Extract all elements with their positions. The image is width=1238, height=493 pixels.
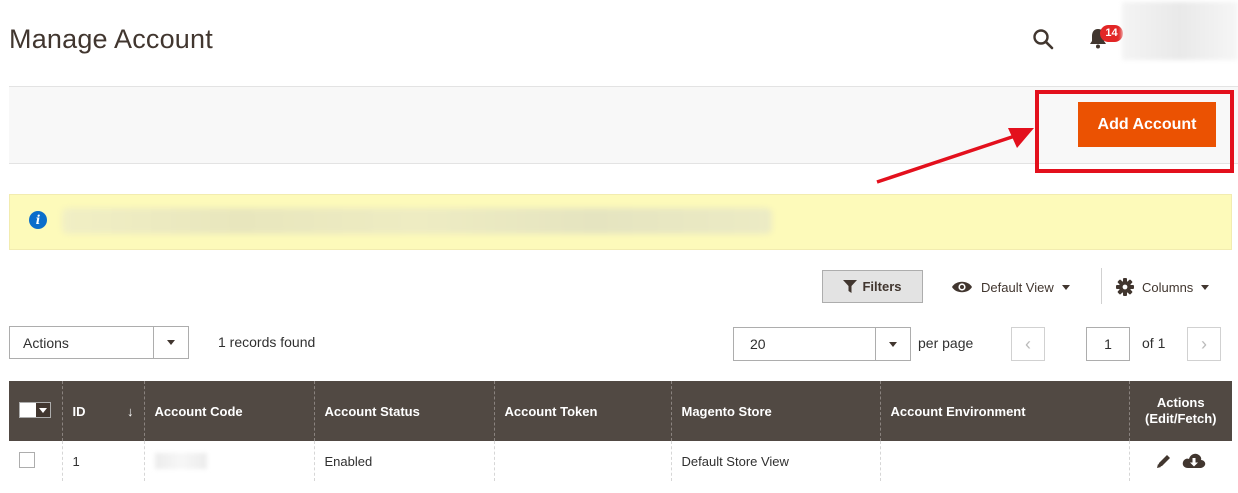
per-page-label: per page xyxy=(918,335,974,351)
accounts-grid: ID ↓ Account Code Account Status Account… xyxy=(9,381,1232,481)
divider xyxy=(1101,268,1102,304)
account-code-redacted xyxy=(154,453,207,470)
actions-label: Actions xyxy=(23,334,69,351)
table-row: 1 Enabled Default Store View xyxy=(9,441,1232,481)
cell-account-token xyxy=(493,441,671,481)
row-checkbox[interactable] xyxy=(19,451,35,468)
gear-icon xyxy=(1116,278,1134,296)
edit-icon[interactable] xyxy=(1156,453,1172,469)
cell-magento-store: Default Store View xyxy=(670,441,880,481)
column-header-account-status[interactable]: Account Status xyxy=(313,381,494,441)
mass-actions-dropdown[interactable]: Actions xyxy=(9,326,189,359)
cell-account-environment xyxy=(879,441,1129,481)
annotation-arrow xyxy=(876,128,1034,184)
columns-label: Columns xyxy=(1142,279,1194,295)
filters-label: Filters xyxy=(862,279,902,294)
search-icon[interactable] xyxy=(1032,28,1054,50)
next-page-button[interactable]: › xyxy=(1187,327,1221,361)
page-title: Manage Account xyxy=(9,24,213,54)
filter-icon xyxy=(843,280,858,293)
chevron-down-icon xyxy=(1201,284,1210,290)
notification-badge[interactable]: 14 xyxy=(1100,25,1123,42)
column-header-id[interactable]: ID ↓ xyxy=(61,381,144,441)
mass-select-header[interactable] xyxy=(9,381,62,441)
column-header-account-token[interactable]: Account Token xyxy=(493,381,671,441)
view-switcher[interactable]: Default View xyxy=(951,276,1070,298)
page-number-input[interactable]: 1 xyxy=(1086,327,1130,361)
filters-button[interactable]: Filters xyxy=(822,270,923,303)
per-page-select[interactable]: 20 xyxy=(733,327,911,361)
columns-control[interactable]: Columns xyxy=(1116,276,1210,298)
mass-select-dropdown[interactable] xyxy=(19,402,51,418)
cloud-download-icon[interactable] xyxy=(1182,452,1206,470)
chevron-down-icon[interactable] xyxy=(153,327,188,358)
column-header-account-code[interactable]: Account Code xyxy=(143,381,314,441)
cell-account-status: Enabled xyxy=(313,441,494,481)
cell-actions xyxy=(1128,441,1232,481)
previous-page-button[interactable]: ‹ xyxy=(1011,327,1045,361)
chevron-down-icon xyxy=(1061,284,1070,290)
user-account-menu[interactable] xyxy=(1122,2,1238,60)
sort-arrow-icon: ↓ xyxy=(127,403,134,419)
message-text-redacted xyxy=(62,208,772,234)
row-checkbox-cell xyxy=(9,441,62,481)
view-label: Default View xyxy=(981,279,1054,295)
cell-id: 1 xyxy=(61,441,144,481)
records-count: 1 records found xyxy=(218,334,316,350)
page-total: of 1 xyxy=(1142,335,1166,351)
eye-icon xyxy=(952,281,972,293)
per-page-value: 20 xyxy=(750,336,766,352)
chevron-down-icon[interactable] xyxy=(875,328,910,360)
column-header-actions: Actions (Edit/Fetch) xyxy=(1128,381,1232,441)
annotation-highlight-box xyxy=(1035,90,1234,173)
cell-account-code xyxy=(143,441,314,481)
info-icon: i xyxy=(29,211,47,229)
column-header-magento-store[interactable]: Magento Store xyxy=(670,381,880,441)
column-header-account-environment[interactable]: Account Environment xyxy=(879,381,1129,441)
